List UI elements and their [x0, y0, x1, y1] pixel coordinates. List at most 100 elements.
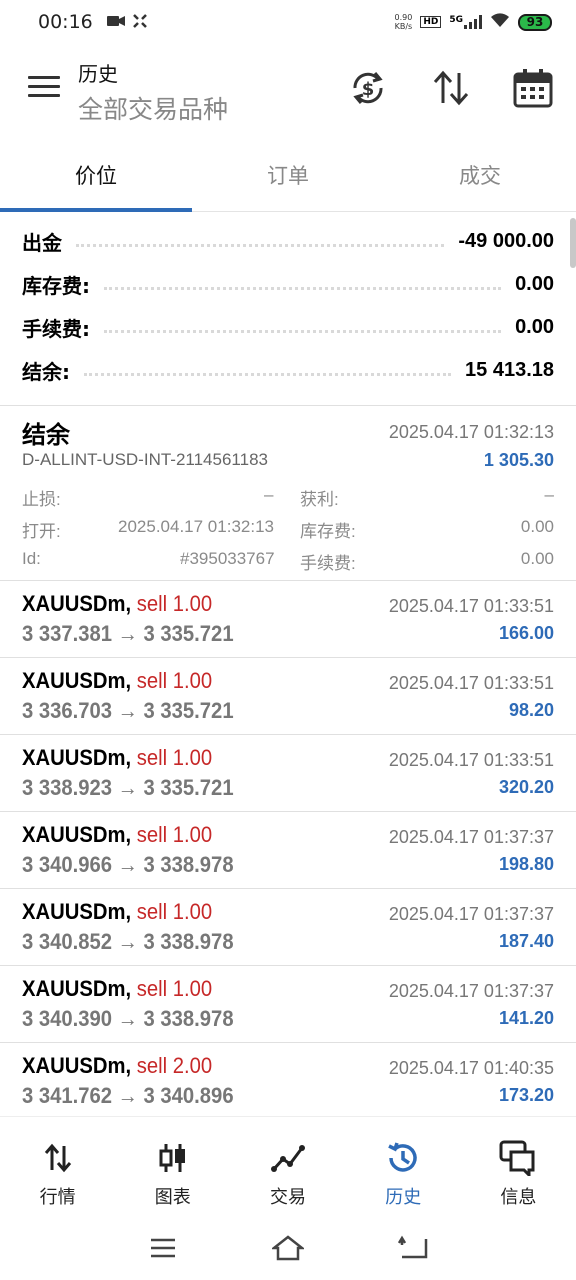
trade-symbol: XAUUSDm,: [22, 745, 132, 770]
signal-icon: 5G: [449, 15, 482, 29]
nav-quotes[interactable]: 行情: [0, 1117, 115, 1216]
back-icon[interactable]: [393, 1228, 433, 1268]
history-summary: 出金 -49 000.00 库存费: 0.00 手续费: 0.00 结余: 15…: [0, 218, 576, 406]
trade-profit: 166.00: [498, 623, 554, 643]
bottom-navigation: 行情 图表 交易 历史 信息: [0, 1116, 576, 1216]
symbol-filter[interactable]: 全部交易品种: [78, 90, 228, 126]
balance-title: 结余: [22, 421, 70, 449]
trade-profit: 320.20: [498, 777, 554, 797]
balance-time: 2025.04.17 01:32:13: [388, 422, 554, 442]
menu-icon[interactable]: [28, 76, 60, 100]
trade-direction: sell 1.00: [136, 822, 213, 847]
balance-amount: 1 305.30: [483, 450, 554, 470]
trade-profit: 187.40: [498, 931, 554, 951]
status-time: 00:16: [38, 11, 93, 33]
history-tabs: 价位 订单 成交: [0, 140, 576, 212]
tab-positions[interactable]: 价位: [0, 140, 192, 212]
trade-symbol: XAUUSDm,: [22, 668, 132, 693]
trade-prices: 3 336.703 → 3 335.721: [22, 698, 234, 723]
tab-orders[interactable]: 订单: [192, 140, 384, 211]
balance-entry[interactable]: 结余 2025.04.17 01:32:13 D-ALLINT-USD-INT-…: [0, 407, 576, 581]
trade-profit: 173.20: [498, 1085, 554, 1105]
trade-profit: 98.20: [508, 700, 554, 720]
network-speed: 0.90 KB/s: [394, 13, 413, 31]
trade-prices: 3 340.966 → 3 338.978: [22, 852, 234, 877]
trade-prices: 3 341.762 → 3 340.896: [22, 1083, 234, 1108]
sl-label: 止损:: [22, 490, 61, 509]
arrows-updown-icon: [39, 1139, 77, 1177]
trade-row[interactable]: XAUUSDm, sell 1.00 3 340.852 → 3 338.978…: [0, 889, 576, 966]
trade-row[interactable]: XAUUSDm, sell 1.00 3 336.703 → 3 335.721…: [0, 658, 576, 735]
candlestick-icon: [154, 1139, 192, 1177]
trade-direction: sell 1.00: [136, 976, 213, 1001]
trade-symbol: XAUUSDm,: [22, 1053, 132, 1078]
summary-row-balance: 结余: 15 413.18: [22, 358, 554, 384]
tab-deals[interactable]: 成交: [384, 140, 576, 211]
trade-profit: 141.20: [498, 1008, 554, 1028]
trade-prices: 3 340.852 → 3 338.978: [22, 929, 234, 954]
trade-time: 2025.04.17 01:33:51: [388, 596, 554, 616]
trade-line-icon: [269, 1139, 307, 1177]
trade-direction: sell 1.00: [136, 899, 213, 924]
summary-row-swap: 库存费: 0.00: [22, 272, 554, 298]
trade-row[interactable]: XAUUSDm, sell 1.00 3 340.966 → 3 338.978…: [0, 812, 576, 889]
tp-label: 获利:: [300, 490, 339, 509]
currency-exchange-icon[interactable]: $: [348, 68, 388, 108]
home-icon[interactable]: [268, 1228, 308, 1268]
trade-symbol: XAUUSDm,: [22, 899, 132, 924]
page-title: 历史: [78, 62, 118, 86]
swap-label: 库存费:: [300, 522, 356, 541]
calendar-icon[interactable]: [513, 68, 553, 108]
id-label: Id:: [22, 549, 41, 568]
battery-indicator: 93: [518, 13, 552, 31]
trade-row[interactable]: XAUUSDm, sell 1.00 3 340.390 → 3 338.978…: [0, 966, 576, 1043]
trade-direction: sell 1.00: [136, 591, 213, 616]
hd-badge: HD: [420, 16, 442, 28]
trade-symbol: XAUUSDm,: [22, 591, 132, 616]
trade-time: 2025.04.17 01:33:51: [388, 673, 554, 693]
trade-symbol: XAUUSDm,: [22, 822, 132, 847]
trade-time: 2025.04.17 01:33:51: [388, 750, 554, 770]
wifi-icon: [490, 12, 510, 32]
id-value: #395033767: [180, 549, 275, 568]
trade-time: 2025.04.17 01:40:35: [388, 1058, 554, 1078]
status-bar: 00:16 0.90 KB/s HD 5G 93: [0, 0, 576, 44]
trade-list: XAUUSDm, sell 1.00 3 337.381 → 3 335.721…: [0, 581, 576, 1115]
system-navigation: [0, 1216, 576, 1280]
trade-direction: sell 1.00: [136, 745, 213, 770]
screen-capture-icon: [132, 13, 147, 32]
nav-history[interactable]: 历史: [346, 1117, 461, 1216]
trade-profit: 198.80: [498, 854, 554, 874]
chat-bubbles-icon: [499, 1139, 537, 1177]
trade-prices: 3 338.923 → 3 335.721: [22, 775, 234, 800]
trade-time: 2025.04.17 01:37:37: [388, 904, 554, 924]
trade-row[interactable]: XAUUSDm, sell 1.00 3 338.923 → 3 335.721…: [0, 735, 576, 812]
app-bar: 历史 全部交易品种 $: [0, 50, 576, 134]
nav-messages[interactable]: 信息: [461, 1117, 576, 1216]
sort-icon[interactable]: [431, 68, 471, 108]
summary-row-commission: 手续费: 0.00: [22, 315, 554, 341]
fee-value: 0.00: [520, 549, 554, 568]
svg-text:$: $: [362, 79, 375, 100]
trade-prices: 3 340.390 → 3 338.978: [22, 1006, 234, 1031]
scrollbar[interactable]: [570, 218, 576, 268]
trade-prices: 3 337.381 → 3 335.721: [22, 621, 234, 646]
trade-row[interactable]: XAUUSDm, sell 1.00 3 337.381 → 3 335.721…: [0, 581, 576, 658]
swap-value: 0.00: [520, 517, 554, 536]
open-value: 2025.04.17 01:32:13: [118, 517, 274, 536]
history-clock-icon: [384, 1139, 422, 1177]
trade-time: 2025.04.17 01:37:37: [388, 981, 554, 1001]
video-record-icon: [106, 13, 125, 32]
sl-value: –: [264, 485, 274, 504]
nav-charts[interactable]: 图表: [115, 1117, 230, 1216]
trade-symbol: XAUUSDm,: [22, 976, 132, 1001]
recent-apps-icon[interactable]: [143, 1228, 183, 1268]
tp-value: –: [544, 485, 554, 504]
open-label: 打开:: [22, 522, 61, 541]
balance-account: D-ALLINT-USD-INT-2114561183: [22, 450, 268, 469]
trade-direction: sell 2.00: [136, 1053, 213, 1078]
trade-direction: sell 1.00: [136, 668, 213, 693]
trade-row[interactable]: XAUUSDm, sell 2.00 3 341.762 → 3 340.896…: [0, 1043, 576, 1115]
nav-trade[interactable]: 交易: [230, 1117, 345, 1216]
fee-label: 手续费:: [300, 554, 356, 573]
